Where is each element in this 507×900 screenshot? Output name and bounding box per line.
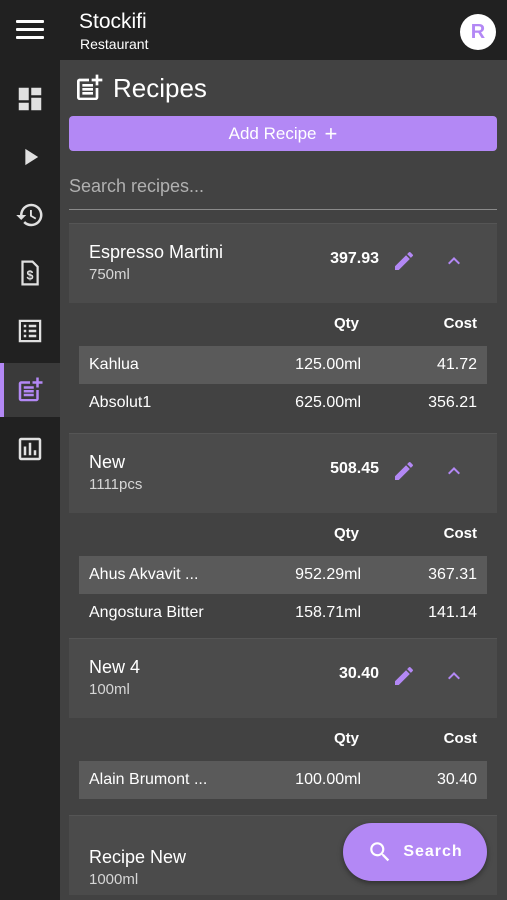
chevron-up-icon[interactable] <box>439 661 469 691</box>
sidebar-item-reports[interactable] <box>0 422 60 476</box>
list-icon <box>18 319 42 343</box>
recipe-header[interactable]: New 4 100ml 30.40 <box>69 638 497 718</box>
recipe-name: Recipe New <box>89 847 187 867</box>
recipe-total-cost: 30.40 <box>338 665 379 682</box>
menu-button[interactable] <box>14 17 46 43</box>
ingredient-qty: 125.00ml <box>295 356 361 373</box>
ingredient-row: Kahlua 125.00ml 41.72 <box>79 346 487 384</box>
menu-icon-bar <box>16 36 44 39</box>
recipe-size: 1000ml <box>89 871 139 888</box>
recipe-size: 750ml <box>89 266 130 283</box>
edit-icon[interactable] <box>389 456 419 486</box>
cost-column-header: Cost <box>443 525 477 542</box>
search-icon <box>370 842 390 862</box>
add-recipe-button[interactable]: Add Recipe + <box>69 116 497 151</box>
play-icon <box>25 148 39 166</box>
recipe-card: New 4 100ml 30.40 Qty Cost Alain Brumont… <box>69 638 497 799</box>
sidebar-item-invoices[interactable]: $ <box>0 246 60 300</box>
recipe-size: 1111pcs <box>89 476 143 493</box>
menu-icon <box>16 20 44 23</box>
search-fab-label: Search <box>403 843 463 860</box>
ingredient-name: Alain Brumont ... <box>89 771 208 788</box>
ingredient-cost: 30.40 <box>436 771 477 788</box>
reports-icon <box>18 437 42 461</box>
search-fab-button[interactable]: Search <box>343 823 487 881</box>
ingredient-row: Ahus Akvavit ... 952.29ml 367.31 <box>79 556 487 594</box>
sidebar-item-recipes[interactable] <box>0 363 60 417</box>
ingredient-name: Angostura Bitter <box>89 604 204 621</box>
sidebar-item-dashboard[interactable] <box>0 72 60 126</box>
sidebar-item-history[interactable] <box>0 188 60 242</box>
main-content: Recipes Add Recipe + Espresso Martini 75… <box>60 60 507 900</box>
avatar[interactable]: R <box>460 14 496 50</box>
chevron-up-icon[interactable] <box>439 456 469 486</box>
page-title: Recipes <box>113 72 207 103</box>
edit-icon[interactable] <box>389 246 419 276</box>
qty-column-header: Qty <box>334 525 360 542</box>
ingredient-name: Kahlua <box>89 356 139 373</box>
recipe-card: Espresso Martini 750ml 397.93 Qty Cost K… <box>69 223 497 422</box>
recipe-card: New 1111pcs 508.45 Qty Cost Ahus Akvavit… <box>69 433 497 632</box>
ingredient-qty: 952.29ml <box>295 566 361 583</box>
app-bar: Stockifi Restaurant R <box>0 0 507 60</box>
cost-column-header: Cost <box>443 730 477 747</box>
ingredient-name: Absolut1 <box>89 394 152 411</box>
recipe-name: New <box>89 452 126 472</box>
plus-icon: + <box>324 120 338 146</box>
recipe-name: New 4 <box>89 657 141 677</box>
page-header: Recipes <box>73 72 207 104</box>
ingredient-cost: 356.21 <box>428 394 477 411</box>
recipe-size: 100ml <box>89 681 130 698</box>
ingredient-row: Angostura Bitter 158.71ml 141.14 <box>79 594 487 632</box>
recipe-total-cost: 397.93 <box>330 250 379 267</box>
dashboard-icon <box>18 87 42 111</box>
recipe-name: Espresso Martini <box>89 242 224 262</box>
svg-text:$: $ <box>27 268 34 282</box>
recipe-icon <box>77 74 103 100</box>
search-input[interactable] <box>69 164 497 210</box>
invoice-icon: $ <box>21 260 39 286</box>
menu-icon-bar <box>16 28 44 31</box>
app-title: Stockifi <box>79 10 147 33</box>
ingredient-row: Absolut1 625.00ml 356.21 <box>79 384 487 422</box>
ingredient-qty: 100.00ml <box>295 771 361 788</box>
recipe-icon <box>18 377 43 402</box>
edit-icon[interactable] <box>389 661 419 691</box>
sidebar-item-lists[interactable] <box>0 304 60 358</box>
qty-column-header: Qty <box>334 730 360 747</box>
ingredient-qty: 625.00ml <box>295 394 361 411</box>
sidebar-item-play[interactable] <box>0 130 60 184</box>
ingredients-header: Qty Cost <box>69 303 497 346</box>
ingredient-cost: 141.14 <box>428 604 477 621</box>
ingredient-cost: 41.72 <box>436 356 477 373</box>
recipe-header[interactable]: New 1111pcs 508.45 <box>69 433 497 513</box>
recipe-header[interactable]: Espresso Martini 750ml 397.93 <box>69 223 497 303</box>
ingredients-header: Qty Cost <box>69 513 497 556</box>
ingredients-header: Qty Cost <box>69 718 497 761</box>
qty-column-header: Qty <box>334 315 360 332</box>
sidebar: $ <box>0 60 60 900</box>
ingredient-name: Ahus Akvavit ... <box>89 566 199 583</box>
app-subtitle: Restaurant <box>80 36 149 52</box>
ingredient-qty: 158.71ml <box>295 604 361 621</box>
chevron-up-icon[interactable] <box>439 246 469 276</box>
ingredient-cost: 367.31 <box>428 566 477 583</box>
add-recipe-label: Add Recipe <box>228 123 317 143</box>
ingredient-row: Alain Brumont ... 100.00ml 30.40 <box>79 761 487 799</box>
recipe-total-cost: 508.45 <box>330 460 379 477</box>
history-icon <box>16 203 43 227</box>
cost-column-header: Cost <box>443 315 477 332</box>
